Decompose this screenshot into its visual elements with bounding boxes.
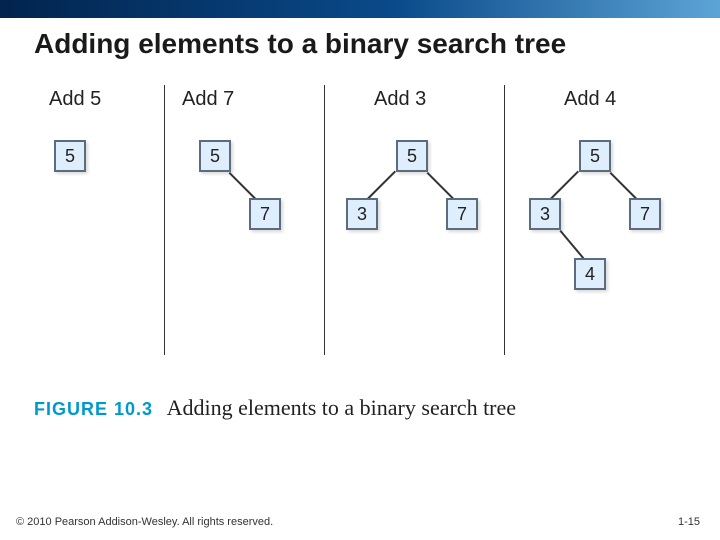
page-number: 1-15 bbox=[678, 516, 700, 528]
column-label: Add 3 bbox=[374, 88, 426, 111]
figure-number: FIGURE 10.3 bbox=[34, 399, 153, 419]
figure-area: Add 5 Add 7 Add 3 Add 4 5 5 7 5 3 7 5 3 … bbox=[34, 80, 674, 380]
column-divider bbox=[504, 85, 505, 355]
column-label: Add 7 bbox=[182, 88, 234, 111]
tree-node: 7 bbox=[629, 198, 661, 230]
tree-node: 5 bbox=[396, 140, 428, 172]
header-accent-bar bbox=[0, 0, 720, 18]
tree-node: 7 bbox=[249, 198, 281, 230]
tree-node: 3 bbox=[346, 198, 378, 230]
figure-title: Adding elements to a binary search tree bbox=[167, 395, 516, 420]
tree-node: 5 bbox=[54, 140, 86, 172]
figure-caption: FIGURE 10.3 Adding elements to a binary … bbox=[34, 395, 516, 421]
copyright-text: © 2010 Pearson Addison-Wesley. All right… bbox=[16, 516, 273, 528]
tree-node: 5 bbox=[579, 140, 611, 172]
tree-node: 7 bbox=[446, 198, 478, 230]
column-divider bbox=[164, 85, 165, 355]
column-label: Add 5 bbox=[49, 88, 101, 111]
slide-title: Adding elements to a binary search tree bbox=[34, 28, 566, 60]
tree-node: 5 bbox=[199, 140, 231, 172]
tree-node: 3 bbox=[529, 198, 561, 230]
tree-node: 4 bbox=[574, 258, 606, 290]
column-divider bbox=[324, 85, 325, 355]
column-label: Add 4 bbox=[564, 88, 616, 111]
